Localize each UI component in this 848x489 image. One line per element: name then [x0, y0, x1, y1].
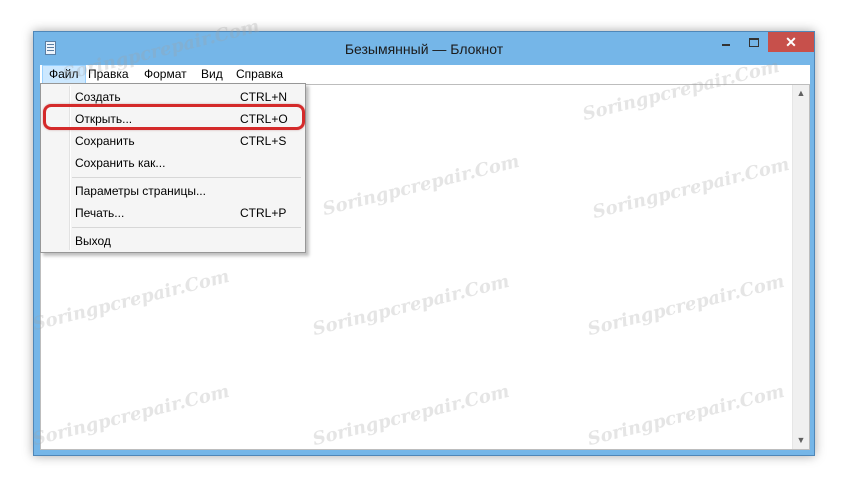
- menu-item-print[interactable]: Печать... CTRL+P: [43, 202, 303, 224]
- menu-view[interactable]: Вид: [195, 65, 229, 84]
- menu-separator: [72, 177, 301, 178]
- minimize-button[interactable]: [713, 32, 739, 52]
- scroll-up-icon[interactable]: ▲: [793, 85, 809, 102]
- menu-item-page-setup[interactable]: Параметры страницы...: [43, 180, 303, 202]
- menu-item-save-as[interactable]: Сохранить как...: [43, 152, 303, 174]
- maximize-button[interactable]: [741, 32, 767, 52]
- scroll-down-icon[interactable]: ▼: [793, 432, 809, 449]
- menu-bar: Файл Правка Формат Вид Справка: [40, 65, 810, 84]
- menu-separator: [72, 227, 301, 228]
- close-icon: ✕: [785, 34, 797, 50]
- menu-format[interactable]: Формат: [138, 65, 193, 84]
- open-item-highlight: [43, 104, 305, 130]
- vertical-scrollbar[interactable]: ▲ ▼: [792, 85, 809, 449]
- menu-edit[interactable]: Правка: [82, 65, 135, 84]
- menu-item-exit[interactable]: Выход: [43, 230, 303, 252]
- close-button[interactable]: ✕: [768, 32, 814, 52]
- window-title: Безымянный — Блокнот: [344, 41, 504, 57]
- title-bar[interactable]: Безымянный — Блокнот ✕: [34, 32, 814, 62]
- menu-item-save[interactable]: Сохранить CTRL+S: [43, 130, 303, 152]
- menu-help[interactable]: Справка: [230, 65, 289, 84]
- menu-file[interactable]: Файл: [42, 65, 86, 84]
